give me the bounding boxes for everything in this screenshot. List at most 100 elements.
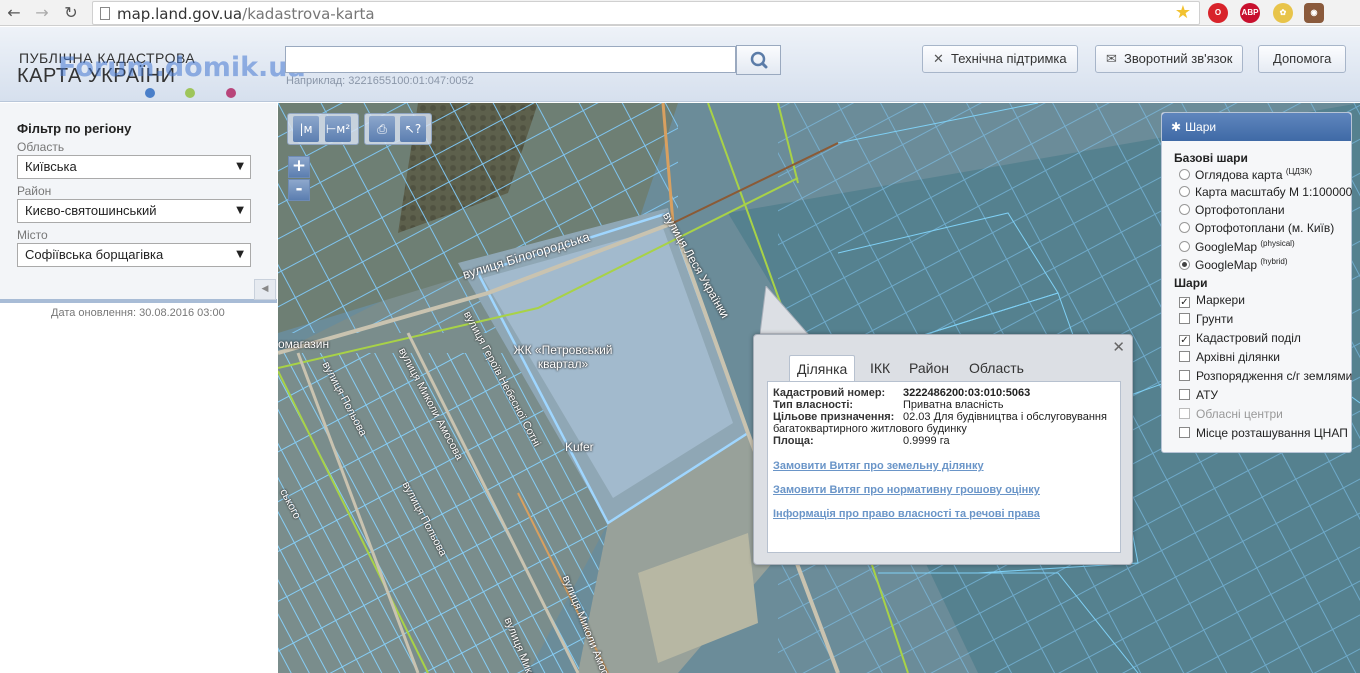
zoom-out-button[interactable]: - <box>288 179 310 201</box>
print-button[interactable]: ⎙ <box>369 116 395 142</box>
poi-label-kufer: Kufer <box>565 440 594 454</box>
city-select[interactable]: Софіївська борщагівка ▼ <box>17 243 251 267</box>
layer-label: Ортофотоплани (м. Київ) <box>1195 221 1335 235</box>
layers-header[interactable]: ✱ Шари <box>1162 113 1351 141</box>
overlay-layers-title: Шари <box>1174 276 1208 290</box>
extension-flower-icon[interactable]: ✿ <box>1273 3 1293 23</box>
overlay-layer-option[interactable]: ✓ Маркери <box>1179 293 1245 308</box>
forward-icon[interactable]: → <box>32 3 52 23</box>
checkbox[interactable]: ✓ <box>1179 335 1190 346</box>
complex-label: ЖК «Петровський квартал» <box>513 343 613 371</box>
filter-panel: Фільтр по регіону Область Київська ▼ Райо… <box>0 103 277 303</box>
bookmark-star-icon[interactable]: ★ <box>1175 2 1191 23</box>
base-layer-option[interactable]: GoogleMap (physical) <box>1179 239 1295 254</box>
search-button[interactable] <box>736 45 781 75</box>
base-layer-option[interactable]: Карта масштабу М 1:100000 <box>1179 185 1352 199</box>
base-layer-option[interactable]: Оглядова карта (ЦДЗК) <box>1179 167 1312 182</box>
identify-button[interactable]: ↖? <box>400 116 426 142</box>
layer-label: Оглядова карта <box>1195 168 1283 182</box>
base-layer-option[interactable]: Ортофотоплани <box>1179 203 1285 217</box>
overlay-layer-option[interactable]: Грунти <box>1179 312 1233 326</box>
radio-button[interactable] <box>1179 241 1190 252</box>
checkbox[interactable] <box>1179 389 1190 400</box>
radio-button[interactable] <box>1179 204 1190 215</box>
overlay-layer-option[interactable]: Розпорядження с/г землями <box>1179 369 1352 383</box>
order-valuation-link[interactable]: Замовити Витяг про нормативну грошову оц… <box>773 484 1040 496</box>
site-header: ПУБЛІЧНА КАДАСТРОВА КАРТА УКРАЇНИ Forum.… <box>0 27 1360 102</box>
overlay-layer-option[interactable]: Обласні центри <box>1179 407 1283 421</box>
wrench-icon: ✕ <box>933 52 944 67</box>
layer-label: Обласні центри <box>1196 407 1283 421</box>
layer-label-sup: (hybrid) <box>1260 257 1288 266</box>
measure-distance-button[interactable]: |м <box>293 116 319 142</box>
layer-label: Ортофотоплани <box>1195 203 1285 217</box>
logo-dot-pink <box>226 88 236 98</box>
measure-area-button[interactable]: ⊢м² <box>325 116 351 142</box>
layer-label: Кадастровий поділ <box>1196 331 1301 345</box>
reload-icon[interactable]: ↻ <box>61 3 81 23</box>
tab-district[interactable]: Район <box>902 355 956 382</box>
close-icon[interactable]: ✕ <box>1112 338 1125 356</box>
layer-label-sup: (ЦДЗК) <box>1285 167 1313 176</box>
collapse-sidebar-button[interactable]: ◀ <box>254 279 276 300</box>
zoom-in-button[interactable]: + <box>288 156 310 178</box>
overlay-layer-option[interactable]: ✓ Кадастровий поділ <box>1179 331 1301 346</box>
overlay-layer-option[interactable]: АТУ <box>1179 388 1218 402</box>
radio-button[interactable] <box>1179 186 1190 197</box>
region-filter-sidebar: Фільтр по регіону Область Київська ▼ Райо… <box>0 103 277 673</box>
parcel-info-body: Кадастровий номер: 3222486200:03:010:506… <box>767 381 1121 553</box>
logo-dot-blue <box>145 88 155 98</box>
layer-label: GoogleMap <box>1195 258 1258 272</box>
radio-button[interactable] <box>1179 169 1190 180</box>
adblock-icon[interactable]: ABP <box>1240 3 1260 23</box>
layer-label: Архівні ділянки <box>1196 350 1280 364</box>
overlay-layer-option[interactable]: Місце розташування ЦНАП <box>1179 426 1348 440</box>
layer-label-sup: (physical) <box>1260 239 1295 248</box>
region-label: Область <box>17 140 65 154</box>
search-input[interactable] <box>285 46 736 73</box>
tab-parcel[interactable]: Ділянка <box>789 355 856 382</box>
tab-region[interactable]: Область <box>962 355 1031 382</box>
browser-toolbar: ← → ↻ map.land.gov.ua/kadastrova-karta ★… <box>0 0 1360 26</box>
back-icon[interactable]: ← <box>4 3 24 23</box>
base-layer-option[interactable]: Ортофотоплани (м. Київ) <box>1179 221 1334 235</box>
support-button[interactable]: ✕ Технічна підтримка <box>922 45 1078 73</box>
measure-tools: |м ⊢м² <box>287 113 359 145</box>
ownership-label: Тип власності: <box>773 399 854 411</box>
opera-extension-icon[interactable]: O <box>1208 3 1228 23</box>
address-bar[interactable]: map.land.gov.ua/kadastrova-karta ★ <box>92 1 1200 25</box>
layer-label: Грунти <box>1196 312 1234 326</box>
filter-title: Фільтр по регіону <box>17 121 132 136</box>
checkbox[interactable] <box>1179 370 1190 381</box>
update-date: Дата оновлення: 30.08.2016 03:00 <box>51 307 225 319</box>
print-info-tools: ⎙ ↖? <box>364 113 432 145</box>
checkbox[interactable] <box>1179 313 1190 324</box>
layer-label: Місце розташування ЦНАП <box>1196 426 1348 440</box>
base-layer-option[interactable]: GoogleMap (hybrid) <box>1179 257 1288 272</box>
checkbox[interactable]: ✓ <box>1179 297 1190 308</box>
checkbox[interactable] <box>1179 351 1190 362</box>
layer-label: GoogleMap <box>1195 240 1258 254</box>
overlay-layer-option[interactable]: Архівні ділянки <box>1179 350 1280 364</box>
ownership-info-link[interactable]: Інформація про право власності та речові… <box>773 508 1040 520</box>
purpose-value: 02.03 Для будівництва і обслуговування <box>903 411 1107 423</box>
district-select[interactable]: Києво-святошинський ▼ <box>17 199 251 223</box>
order-extract-link[interactable]: Замовити Витяг про земельну ділянку <box>773 460 984 472</box>
feedback-button[interactable]: ✉ Зворотний зв'язок <box>1095 45 1244 73</box>
instagram-extension-icon[interactable]: ◉ <box>1304 3 1324 23</box>
dropdown-arrow-icon: ▼ <box>236 205 244 216</box>
layer-label: Розпорядження с/г землями <box>1196 369 1353 383</box>
city-label: Місто <box>17 228 48 242</box>
tab-ikk[interactable]: ІКК <box>863 355 897 382</box>
dropdown-arrow-icon: ▼ <box>236 249 244 260</box>
checkbox[interactable] <box>1179 408 1190 419</box>
logo-dot-green <box>185 88 195 98</box>
help-button[interactable]: Допомога <box>1258 45 1347 73</box>
area-value: 0.9999 га <box>903 435 950 447</box>
poi-label-shop: омагазин <box>278 337 330 351</box>
radio-button[interactable] <box>1179 259 1190 270</box>
region-select[interactable]: Київська ▼ <box>17 155 251 179</box>
purpose-value-cont: багатоквартирного житлового будинку <box>773 423 967 435</box>
radio-button[interactable] <box>1179 222 1190 233</box>
checkbox[interactable] <box>1179 427 1190 438</box>
